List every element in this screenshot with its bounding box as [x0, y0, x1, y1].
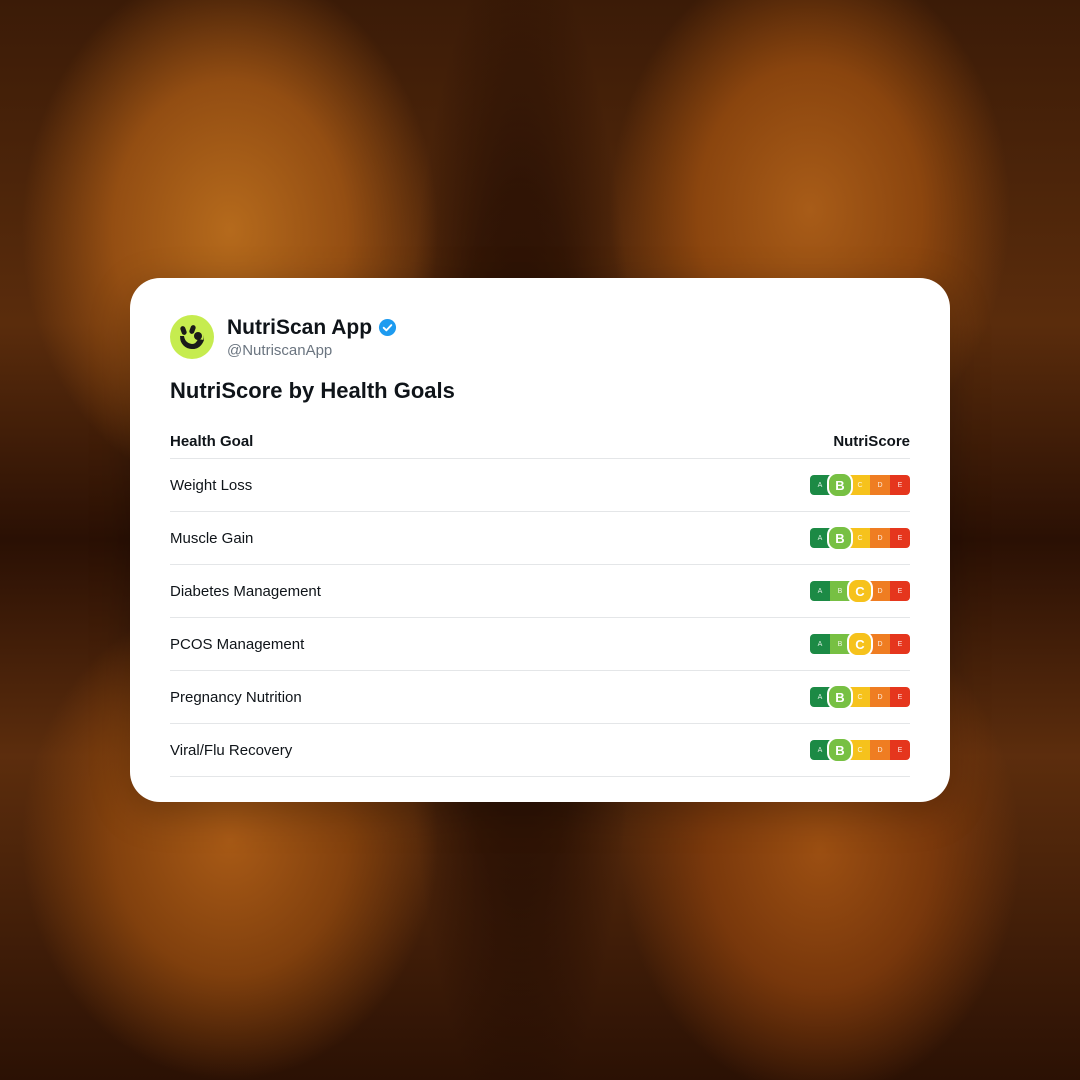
table-body: Weight Loss A B C D E Muscle Gain A B C D E Diabetes… [170, 459, 910, 777]
header-nutriscore: NutriScore [833, 432, 910, 450]
nutriscore-grade-d: D [870, 687, 890, 707]
nutriscore-grade-b: B [827, 684, 853, 710]
nutriscore-grade-c: C [850, 740, 870, 760]
nutriscore-grade-e: E [890, 475, 910, 495]
avatar[interactable] [170, 315, 214, 359]
nutriscore-grade-e: E [890, 740, 910, 760]
table-header: Health Goal NutriScore [170, 424, 910, 459]
nutriscore-grade-d: D [870, 634, 890, 654]
nutriscore-grade-c: C [847, 631, 873, 657]
nutriscore-grade-c: C [850, 687, 870, 707]
table-row: Muscle Gain A B C D E [170, 512, 910, 565]
nutriscore-grade-e: E [890, 634, 910, 654]
account-name[interactable]: NutriScan App [227, 316, 372, 340]
health-goal-label: PCOS Management [170, 635, 305, 653]
nutriscore-grade-c: C [850, 528, 870, 548]
nutriscore-grade-d: D [870, 740, 890, 760]
nutriscore-grade-a: A [810, 581, 830, 601]
nutriscore-badge: ABCDE [810, 737, 910, 763]
nutriscore-grade-d: D [870, 528, 890, 548]
nutriscore-grade-e: E [890, 581, 910, 601]
nutriscore-grade-a: A [810, 634, 830, 654]
verified-badge-icon [379, 318, 397, 337]
nutriscore-grade-c: C [850, 475, 870, 495]
health-goal-label: Weight Loss [170, 476, 253, 494]
nutriscore-grade-b: B [827, 472, 853, 498]
nutriscore-badge: ABCDE [810, 631, 910, 657]
nutriscan-logo-icon [180, 325, 204, 349]
nutriscore-badge: ABCDE [810, 578, 910, 604]
table-row: Diabetes Management A B C D E [170, 565, 910, 618]
table-row: Viral/Flu Recovery A B C D E [170, 724, 910, 777]
nutriscore-badge: ABCDE [810, 684, 910, 710]
nutriscore-grade-e: E [890, 687, 910, 707]
nutriscore-grade-b: B [827, 525, 853, 551]
nutriscore-grade-d: D [870, 475, 890, 495]
nutriscore-badge: ABCDE [810, 472, 910, 498]
post-header: NutriScan App @NutriscanApp [170, 314, 910, 360]
health-goal-label: Pregnancy Nutrition [170, 688, 302, 706]
nutriscore-grade-b: B [827, 737, 853, 763]
header-health-goal: Health Goal [170, 432, 254, 450]
nutriscore-badge: ABCDE [810, 525, 910, 551]
account-handle[interactable]: @NutriscanApp [227, 342, 397, 359]
name-row: NutriScan App [227, 316, 397, 340]
nutriscore-grade-d: D [870, 581, 890, 601]
health-goal-label: Viral/Flu Recovery [170, 741, 293, 759]
nutriscore-grade-c: C [847, 578, 873, 604]
account-info: NutriScan App @NutriscanApp [227, 316, 397, 359]
table-row: Weight Loss A B C D E [170, 459, 910, 512]
nutriscore-grade-e: E [890, 528, 910, 548]
table-row: Pregnancy Nutrition A B C D E [170, 671, 910, 724]
post-title: NutriScore by Health Goals [170, 378, 455, 403]
health-goal-label: Diabetes Management [170, 582, 321, 600]
table-row: PCOS Management A B C D E [170, 618, 910, 671]
health-goals-table: Health Goal NutriScore Weight Loss A B C D E M… [170, 424, 910, 777]
post-card: NutriScan App @NutriscanApp NutriScore b… [130, 278, 950, 802]
health-goal-label: Muscle Gain [170, 529, 254, 547]
